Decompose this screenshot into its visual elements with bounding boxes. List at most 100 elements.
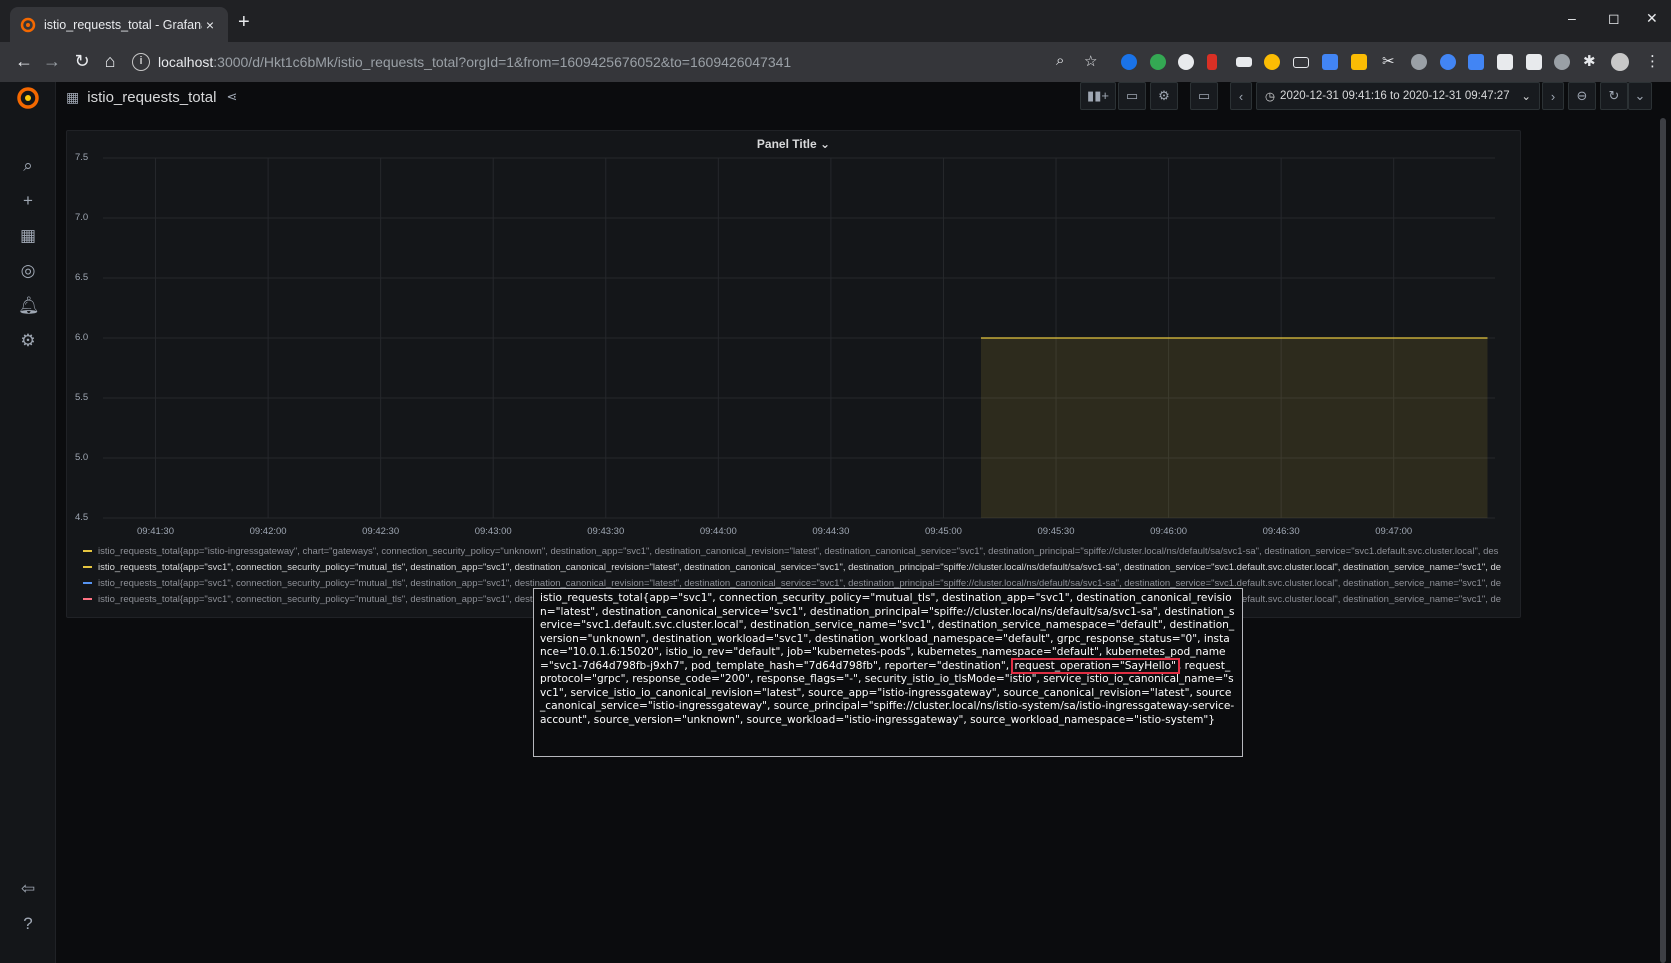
new-tab-button[interactable]: + [238, 11, 250, 34]
share-icon[interactable]: ⋖ [226, 89, 237, 105]
x-tick-label: 09:47:00 [1375, 526, 1413, 537]
time-shift-forward-button[interactable]: › [1542, 82, 1564, 110]
profile-avatar-icon[interactable] [1611, 53, 1629, 71]
clock-icon: ◷ [1265, 91, 1276, 103]
gear-icon: ⚙ [1158, 88, 1170, 103]
series-area-fill [980, 338, 1488, 518]
chevron-down-icon: ⌄ [1634, 88, 1646, 103]
home-icon[interactable]: ⌂ [98, 51, 122, 72]
legend-item[interactable]: istio_requests_total{app="istio-ingressg… [83, 544, 1513, 560]
search-icon[interactable]: ⌕ [18, 156, 38, 176]
extension-icon[interactable] [1236, 57, 1252, 67]
back-arrow-icon[interactable]: ← [12, 51, 36, 72]
graph-plot-area[interactable] [67, 131, 1522, 541]
extension-icon[interactable] [1121, 54, 1137, 70]
extension-icon[interactable] [1178, 54, 1194, 70]
legend-color-swatch [83, 550, 92, 553]
extensions-puzzle-icon[interactable]: ✱ [1583, 52, 1596, 70]
x-tick-label: 09:45:30 [1037, 526, 1075, 537]
y-tick-label: 5.0 [75, 452, 89, 463]
highlighted-request-operation: request_operation="SayHello" [1010, 657, 1180, 674]
time-range-label: 2020-12-31 09:41:16 to 2020-12-31 09:47:… [1280, 90, 1510, 102]
cut-icon[interactable]: ✂ [1382, 52, 1395, 70]
save-dashboard-button[interactable]: ▭ [1118, 82, 1146, 110]
legend-label: istio_requests_total{app="istio-ingressg… [98, 546, 1499, 557]
page-scrollbar[interactable] [1660, 118, 1666, 963]
dashboard-title[interactable]: istio_requests_total [87, 89, 216, 106]
zoom-icon[interactable]: ⌕ [1056, 52, 1064, 69]
reload-icon[interactable]: ↻ [70, 51, 94, 72]
browser-tab[interactable]: istio_requests_total - Grafana × [10, 7, 228, 42]
y-tick-label: 5.5 [75, 392, 89, 403]
x-tick-label: 09:46:30 [1262, 526, 1300, 537]
extension-icon[interactable] [1554, 54, 1570, 70]
extension-icon[interactable] [1468, 54, 1484, 70]
legend-item[interactable]: istio_requests_total{app="svc1", connect… [83, 560, 1513, 576]
dashboard-header: ▦ istio_requests_total ⋖ [66, 82, 237, 112]
x-tick-label: 09:41:30 [137, 526, 175, 537]
extension-icon[interactable] [1150, 54, 1166, 70]
y-tick-label: 7.0 [75, 212, 89, 223]
extension-icon[interactable] [1526, 54, 1542, 70]
tv-mode-button[interactable]: ▭ [1190, 82, 1218, 110]
graph-panel: Panel Title ⌄ 7.5 7.0 6.5 6.0 5.5 5.0 4.5 09:4… [66, 130, 1521, 618]
legend-label: istio_requests_total{app="svc1", connect… [98, 562, 1502, 573]
extension-icon[interactable] [1351, 54, 1367, 70]
url-path: :3000/d/Hkt1c6bMk/istio_requests_total?o… [213, 54, 792, 70]
grafana-sidebar: ⌕ + ▦ ◎ 🔔︎ ⚙ ⇦ ? [0, 82, 56, 963]
x-tick-label: 09:45:00 [924, 526, 962, 537]
help-icon[interactable]: ? [18, 914, 38, 934]
alerting-bell-icon[interactable]: 🔔︎ [18, 296, 40, 316]
chevron-right-icon: › [1550, 88, 1556, 104]
minimize-icon[interactable]: – [1568, 10, 1576, 26]
extension-icon[interactable] [1293, 57, 1309, 68]
configuration-gear-icon[interactable]: ⚙ [18, 331, 38, 351]
legend-color-swatch [83, 582, 92, 585]
browser-tab-bar: istio_requests_total - Grafana × + – ◻ ✕ [0, 0, 1671, 42]
refresh-icon: ↻ [1608, 88, 1620, 103]
extension-icon[interactable] [1264, 54, 1280, 70]
dashboard-settings-button[interactable]: ⚙ [1150, 82, 1178, 110]
x-tick-label: 09:46:00 [1150, 526, 1188, 537]
refresh-button[interactable]: ↻ [1600, 82, 1628, 110]
maximize-icon[interactable]: ◻ [1608, 10, 1620, 27]
extension-icon[interactable] [1322, 54, 1338, 70]
y-tick-label: 4.5 [75, 512, 89, 523]
url-host: localhost [158, 54, 214, 70]
extension-icon[interactable] [1411, 54, 1427, 70]
time-shift-back-button[interactable]: ‹ [1230, 82, 1252, 110]
sign-in-icon[interactable]: ⇦ [18, 879, 38, 899]
create-plus-icon[interactable]: + [18, 191, 38, 211]
x-tick-label: 09:42:00 [249, 526, 287, 537]
address-bar[interactable]: i localhost:3000/d/Hkt1c6bMk/istio_reque… [132, 46, 1076, 78]
chevron-down-icon: ⌄ [1521, 91, 1531, 103]
zoom-out-icon: ⊖ [1576, 88, 1588, 103]
tab-close-icon[interactable]: × [202, 17, 218, 33]
zoom-out-button[interactable]: ⊖ [1568, 82, 1596, 110]
extension-icon[interactable] [1207, 54, 1217, 70]
y-tick-label: 6.0 [75, 332, 89, 343]
extension-icon[interactable] [1440, 54, 1456, 70]
dashboard-grid-icon: ▦ [66, 88, 80, 105]
forward-arrow-icon[interactable]: → [40, 51, 64, 72]
bookmark-star-icon[interactable]: ☆ [1084, 52, 1097, 70]
grafana-logo-icon[interactable] [14, 84, 42, 112]
x-tick-label: 09:43:00 [474, 526, 512, 537]
legend-color-swatch [83, 598, 92, 601]
x-tick-label: 09:44:30 [812, 526, 850, 537]
time-range-picker[interactable]: ◷ 2020-12-31 09:41:16 to 2020-12-31 09:4… [1256, 82, 1540, 110]
dashboards-icon[interactable]: ▦ [18, 226, 38, 246]
explore-compass-icon[interactable]: ◎ [18, 261, 38, 281]
window-close-icon[interactable]: ✕ [1646, 10, 1658, 27]
browser-menu-icon[interactable]: ⋮ [1645, 52, 1660, 70]
extension-icon[interactable] [1497, 54, 1513, 70]
add-panel-button[interactable]: ▮▮+ [1080, 82, 1116, 110]
y-tick-label: 7.5 [75, 152, 89, 163]
save-icon: ▭ [1125, 88, 1139, 103]
chevron-left-icon: ‹ [1238, 88, 1244, 104]
x-tick-label: 09:44:00 [699, 526, 737, 537]
y-tick-label: 6.5 [75, 272, 89, 283]
refresh-interval-dropdown[interactable]: ⌄ [1628, 82, 1652, 110]
site-info-icon[interactable]: i [132, 53, 150, 71]
legend-color-swatch [83, 566, 92, 569]
